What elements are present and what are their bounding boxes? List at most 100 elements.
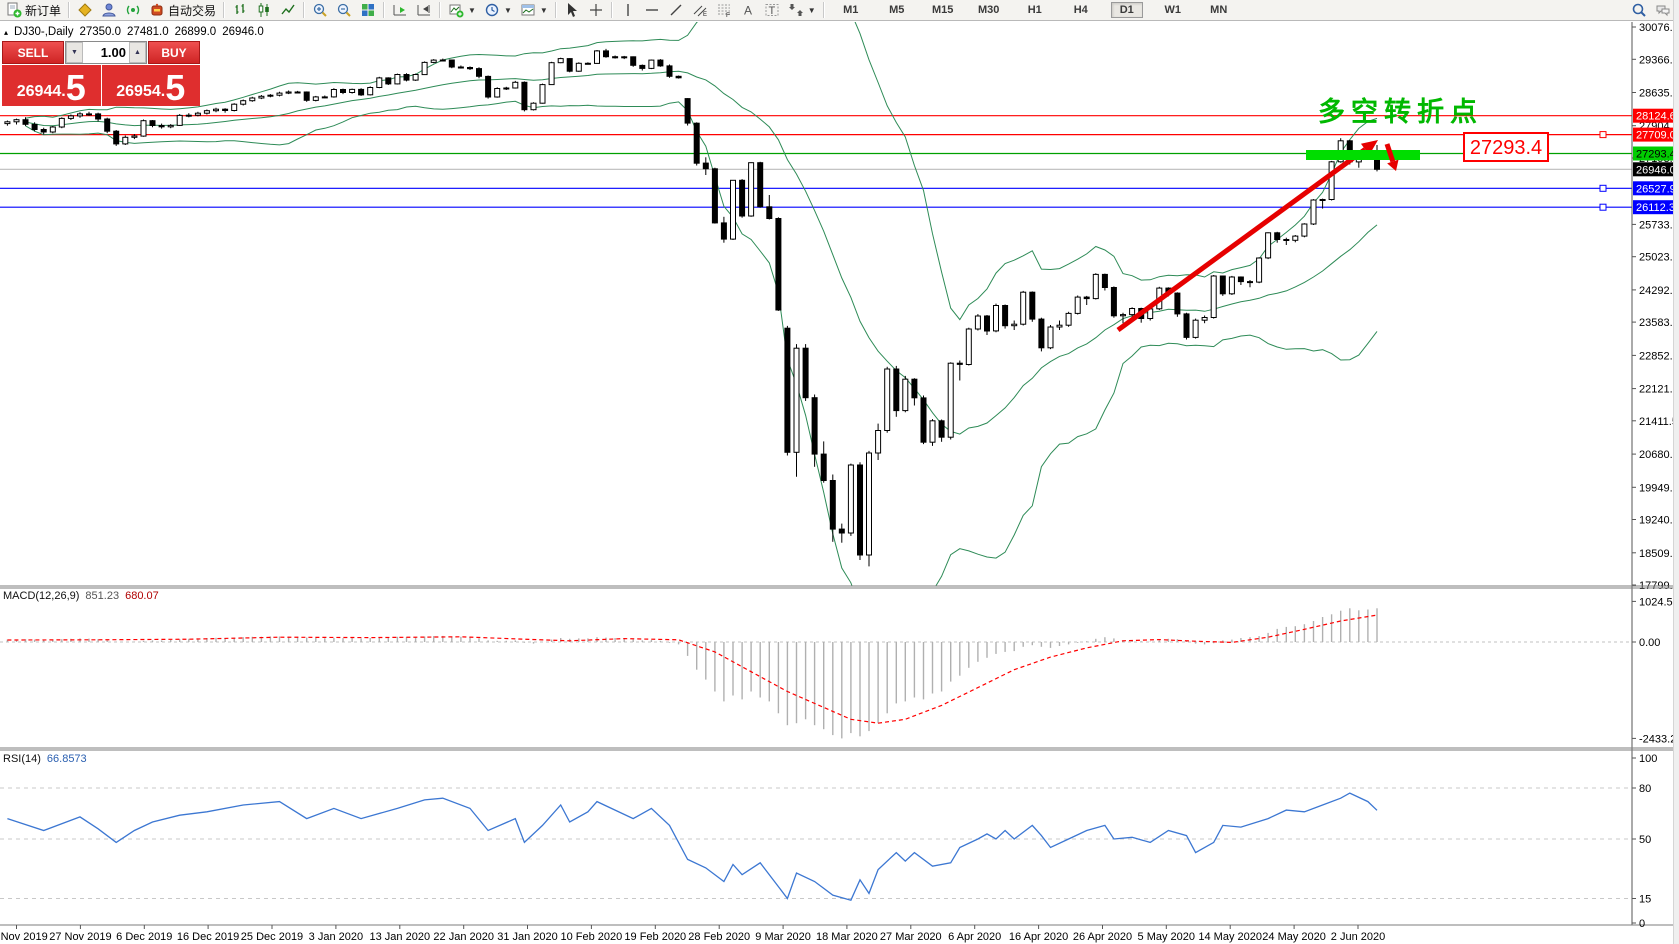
text-button[interactable]: A [736, 0, 760, 20]
text-label-icon: T [765, 4, 779, 17]
timeframe-d1[interactable]: D1 [1110, 2, 1143, 18]
fibonacci-button[interactable]: F [712, 0, 736, 20]
price-badge-label: 28124.6 [1636, 111, 1676, 123]
crosshair-icon [589, 4, 602, 16]
autotrading-label: 自动交易 [168, 3, 217, 18]
metaeditor-button[interactable] [97, 0, 121, 20]
timeframe-m30[interactable]: M30 [973, 2, 1005, 18]
green-level-bar[interactable] [1306, 150, 1420, 160]
sell-price-frac: 5 [65, 67, 86, 109]
date-tick-label: 10 Feb 2020 [561, 931, 623, 943]
date-tick-label: 14 May 2020 [1198, 931, 1262, 943]
channel-button[interactable]: E [688, 0, 712, 20]
chart-area[interactable]: 多空转折点 27293.4 30076.0 29366.5 28635.5 27904.5… [0, 0, 1679, 944]
search-icon[interactable] [1631, 2, 1647, 18]
timeframe-w1[interactable]: W1 [1157, 2, 1189, 18]
bar-chart-icon [235, 4, 245, 14]
line-chart-button[interactable] [276, 0, 300, 20]
signals-button[interactable] [121, 0, 145, 20]
timeframe-h4[interactable]: H4 [1065, 2, 1097, 18]
periods-button[interactable]: ▼ [480, 0, 516, 20]
vline-icon [627, 4, 629, 16]
zoom-in-button[interactable] [308, 0, 332, 20]
price-badge-label: 26112.3 [1636, 202, 1675, 214]
buy-button[interactable]: BUY [148, 41, 200, 64]
window-scrollbar-strip[interactable] [1673, 0, 1679, 944]
price-badge-label: 27709.0 [1636, 130, 1676, 142]
trend-arrow-line[interactable] [1116, 147, 1367, 333]
date-tick-label: 9 Mar 2020 [755, 931, 811, 943]
chat-icon[interactable] [1655, 2, 1671, 18]
date-tick-label: 16 Dec 2019 [177, 931, 239, 943]
toolbar-separator [554, 2, 557, 18]
ohlc-close: 26946.0 [222, 26, 264, 38]
vline-button[interactable] [616, 0, 640, 20]
macd-main-value: 851.23 [85, 590, 120, 602]
quotes-button[interactable] [73, 0, 97, 20]
date-tick-label: 25 Dec 2019 [241, 931, 303, 943]
turning-point-annotation[interactable]: 多空转折点 [1318, 96, 1483, 127]
trendline-button[interactable] [664, 0, 688, 20]
fibonacci-icon: F [717, 4, 730, 18]
new-order-icon [7, 2, 22, 18]
cursor-button[interactable] [560, 0, 584, 20]
templates-button[interactable]: ▼ [516, 0, 552, 20]
auto-scroll-icon [393, 5, 407, 16]
price-badge-label: 27293.4 [1636, 149, 1676, 161]
arrow-shapes-icon [788, 4, 803, 16]
line-handle[interactable] [1599, 131, 1607, 139]
date-tick-label: 3 Jan 2020 [309, 931, 363, 943]
ohlc-open: 27350.0 [79, 26, 122, 38]
timeframe-m1[interactable]: M1 [835, 2, 867, 18]
new-chart-button[interactable]: ▼ [444, 0, 480, 20]
new-order-button[interactable]: 新订单 [2, 0, 65, 20]
auto-scroll-button[interactable] [388, 0, 412, 20]
timeframe-m5[interactable]: M5 [881, 2, 913, 18]
text-label-button[interactable]: T [760, 0, 784, 20]
rsi-tick-label: 50 [1639, 834, 1651, 846]
rsi-panel[interactable]: 100 80 50 15 0 [0, 753, 1657, 930]
date-tick-label: 19 Feb 2020 [624, 931, 686, 943]
macd-label-row: MACD(12,26,9) 851.23 680.07 [3, 590, 159, 602]
toolbar: 新订单 自动交易 ▼ ▼ ▼ E F A T ▼ M1 M5 M15 M30 H… [0, 0, 1679, 21]
sell-button[interactable]: SELL [2, 41, 64, 64]
line-handle[interactable] [1599, 184, 1607, 192]
chevron-down-icon: ▼ [807, 5, 816, 15]
collapse-panel-icon[interactable]: ▴ [4, 28, 8, 37]
arrows-button[interactable]: ▼ [784, 0, 820, 20]
date-tick-label: 13 Jan 2020 [370, 931, 431, 943]
timeframe-mn[interactable]: MN [1203, 2, 1235, 18]
rsi-tick-label: 80 [1639, 783, 1651, 795]
volume-increase-button[interactable]: ▲ [129, 42, 146, 63]
metaeditor-icon [102, 3, 116, 17]
date-tick-label: 6 Apr 2020 [948, 931, 1001, 943]
zoom-out-button[interactable] [332, 0, 356, 20]
line-handle[interactable] [1599, 203, 1607, 211]
ohlc-high: 27481.0 [127, 26, 169, 38]
bar-chart-button[interactable] [228, 0, 252, 20]
chevron-down-icon: ▼ [468, 5, 476, 15]
ohlc-low: 26899.0 [174, 26, 217, 38]
date-axis[interactable]: 18 Nov 201927 Nov 2019 6 Dec 2019 16 Dec 2… [0, 925, 1385, 943]
autotrading-button[interactable]: 自动交易 [145, 0, 220, 20]
timeframe-h1[interactable]: H1 [1019, 2, 1051, 18]
volume-decrease-button[interactable]: ▼ [66, 42, 83, 63]
tile-windows-button[interactable] [356, 0, 380, 20]
main-chart[interactable]: 多空转折点 27293.4 [0, 0, 1632, 620]
autotrading-icon [151, 3, 163, 16]
zoom-out-icon [337, 3, 351, 17]
line-chart-icon [281, 4, 295, 15]
chevron-down-icon: ▼ [539, 5, 548, 15]
one-click-trading-panel: SELL ▼ 1.00 ▲ BUY 26944. 5 26954. 5 [2, 41, 200, 106]
timeframe-m15[interactable]: M15 [927, 2, 959, 18]
toolbar-separator [439, 2, 442, 18]
volume-input[interactable]: 1.00 [83, 42, 129, 63]
buy-price[interactable]: 26954. 5 [101, 65, 200, 106]
crosshair-button[interactable] [584, 0, 608, 20]
mt4-window: { "toolbar": { "new_order_label": "新订单",… [0, 0, 1679, 944]
candle-chart-button[interactable] [252, 0, 276, 20]
macd-panel[interactable]: 1024.520.00-2433.25 [0, 596, 1679, 745]
hline-button[interactable] [640, 0, 664, 20]
chart-shift-button[interactable] [412, 0, 436, 20]
sell-price[interactable]: 26944. 5 [2, 65, 101, 106]
